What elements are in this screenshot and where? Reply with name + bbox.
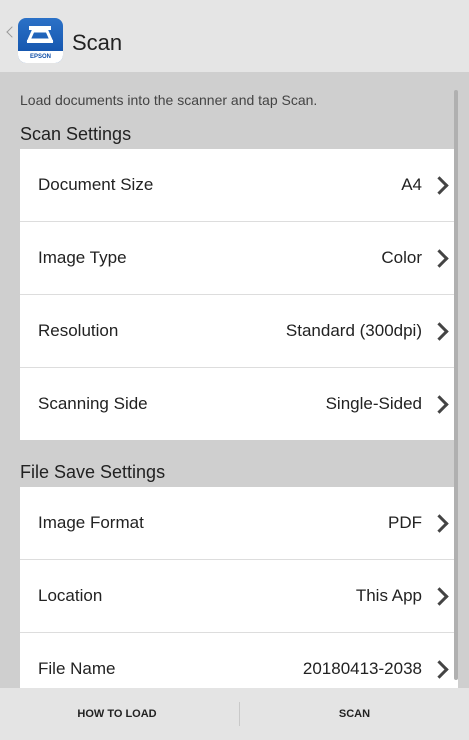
setting-label: File Name xyxy=(38,659,116,678)
setting-label: Image Type xyxy=(38,248,127,267)
setting-value: This App xyxy=(355,586,422,605)
chevron-right-icon xyxy=(430,321,449,341)
setting-value: A4 xyxy=(401,175,422,194)
scrollbar[interactable] xyxy=(454,90,458,680)
scan-settings-card: Document Size A4 Image Type Color Resolu… xyxy=(20,149,458,440)
setting-row-document-size[interactable]: Document Size A4 xyxy=(20,149,458,222)
setting-label: Resolution xyxy=(38,321,119,340)
chevron-right-icon xyxy=(430,175,449,195)
scan-button[interactable]: SCAN xyxy=(240,688,469,740)
setting-value: Standard (300dpi) xyxy=(285,321,422,340)
page-title: Scan xyxy=(72,30,123,55)
setting-row-file-name[interactable]: File Name 20180413-2038 xyxy=(20,633,458,688)
section-title-file-save-settings: File Save Settings xyxy=(20,462,166,482)
setting-label: Document Size xyxy=(38,175,154,194)
how-to-load-button[interactable]: HOW TO LOAD xyxy=(0,688,234,740)
setting-value: 20180413-2038 xyxy=(302,659,422,678)
setting-value: PDF xyxy=(388,513,422,532)
chevron-right-icon xyxy=(430,586,449,606)
setting-row-resolution[interactable]: Resolution Standard (300dpi) xyxy=(20,295,458,368)
epson-scan-app-logo: EPSON xyxy=(18,18,63,63)
chevron-right-icon xyxy=(430,248,449,268)
settings-content[interactable]: Load documents into the scanner and tap … xyxy=(0,72,469,688)
bottom-action-bar: HOW TO LOAD SCAN xyxy=(0,688,469,740)
app-bar: EPSON Scan xyxy=(0,0,469,72)
instruction-text: Load documents into the scanner and tap … xyxy=(20,92,318,108)
setting-row-scanning-side[interactable]: Scanning Side Single-Sided xyxy=(20,368,458,440)
back-chevron-icon[interactable] xyxy=(6,26,18,38)
setting-row-location[interactable]: Location This App xyxy=(20,560,458,633)
setting-label: Image Format xyxy=(38,513,144,532)
scanner-icon xyxy=(26,26,54,43)
logo-brand-text: EPSON xyxy=(18,51,63,63)
file-save-settings-card: Image Format PDF Location This App File … xyxy=(20,487,458,688)
section-title-scan-settings: Scan Settings xyxy=(20,124,132,144)
setting-label: Location xyxy=(38,586,103,605)
setting-value: Single-Sided xyxy=(325,394,422,413)
setting-label: Scanning Side xyxy=(38,394,148,413)
chevron-right-icon xyxy=(430,659,449,679)
chevron-right-icon xyxy=(430,394,449,414)
setting-row-image-format[interactable]: Image Format PDF xyxy=(20,487,458,560)
setting-value: Color xyxy=(381,248,422,267)
setting-row-image-type[interactable]: Image Type Color xyxy=(20,222,458,295)
chevron-right-icon xyxy=(430,513,449,533)
